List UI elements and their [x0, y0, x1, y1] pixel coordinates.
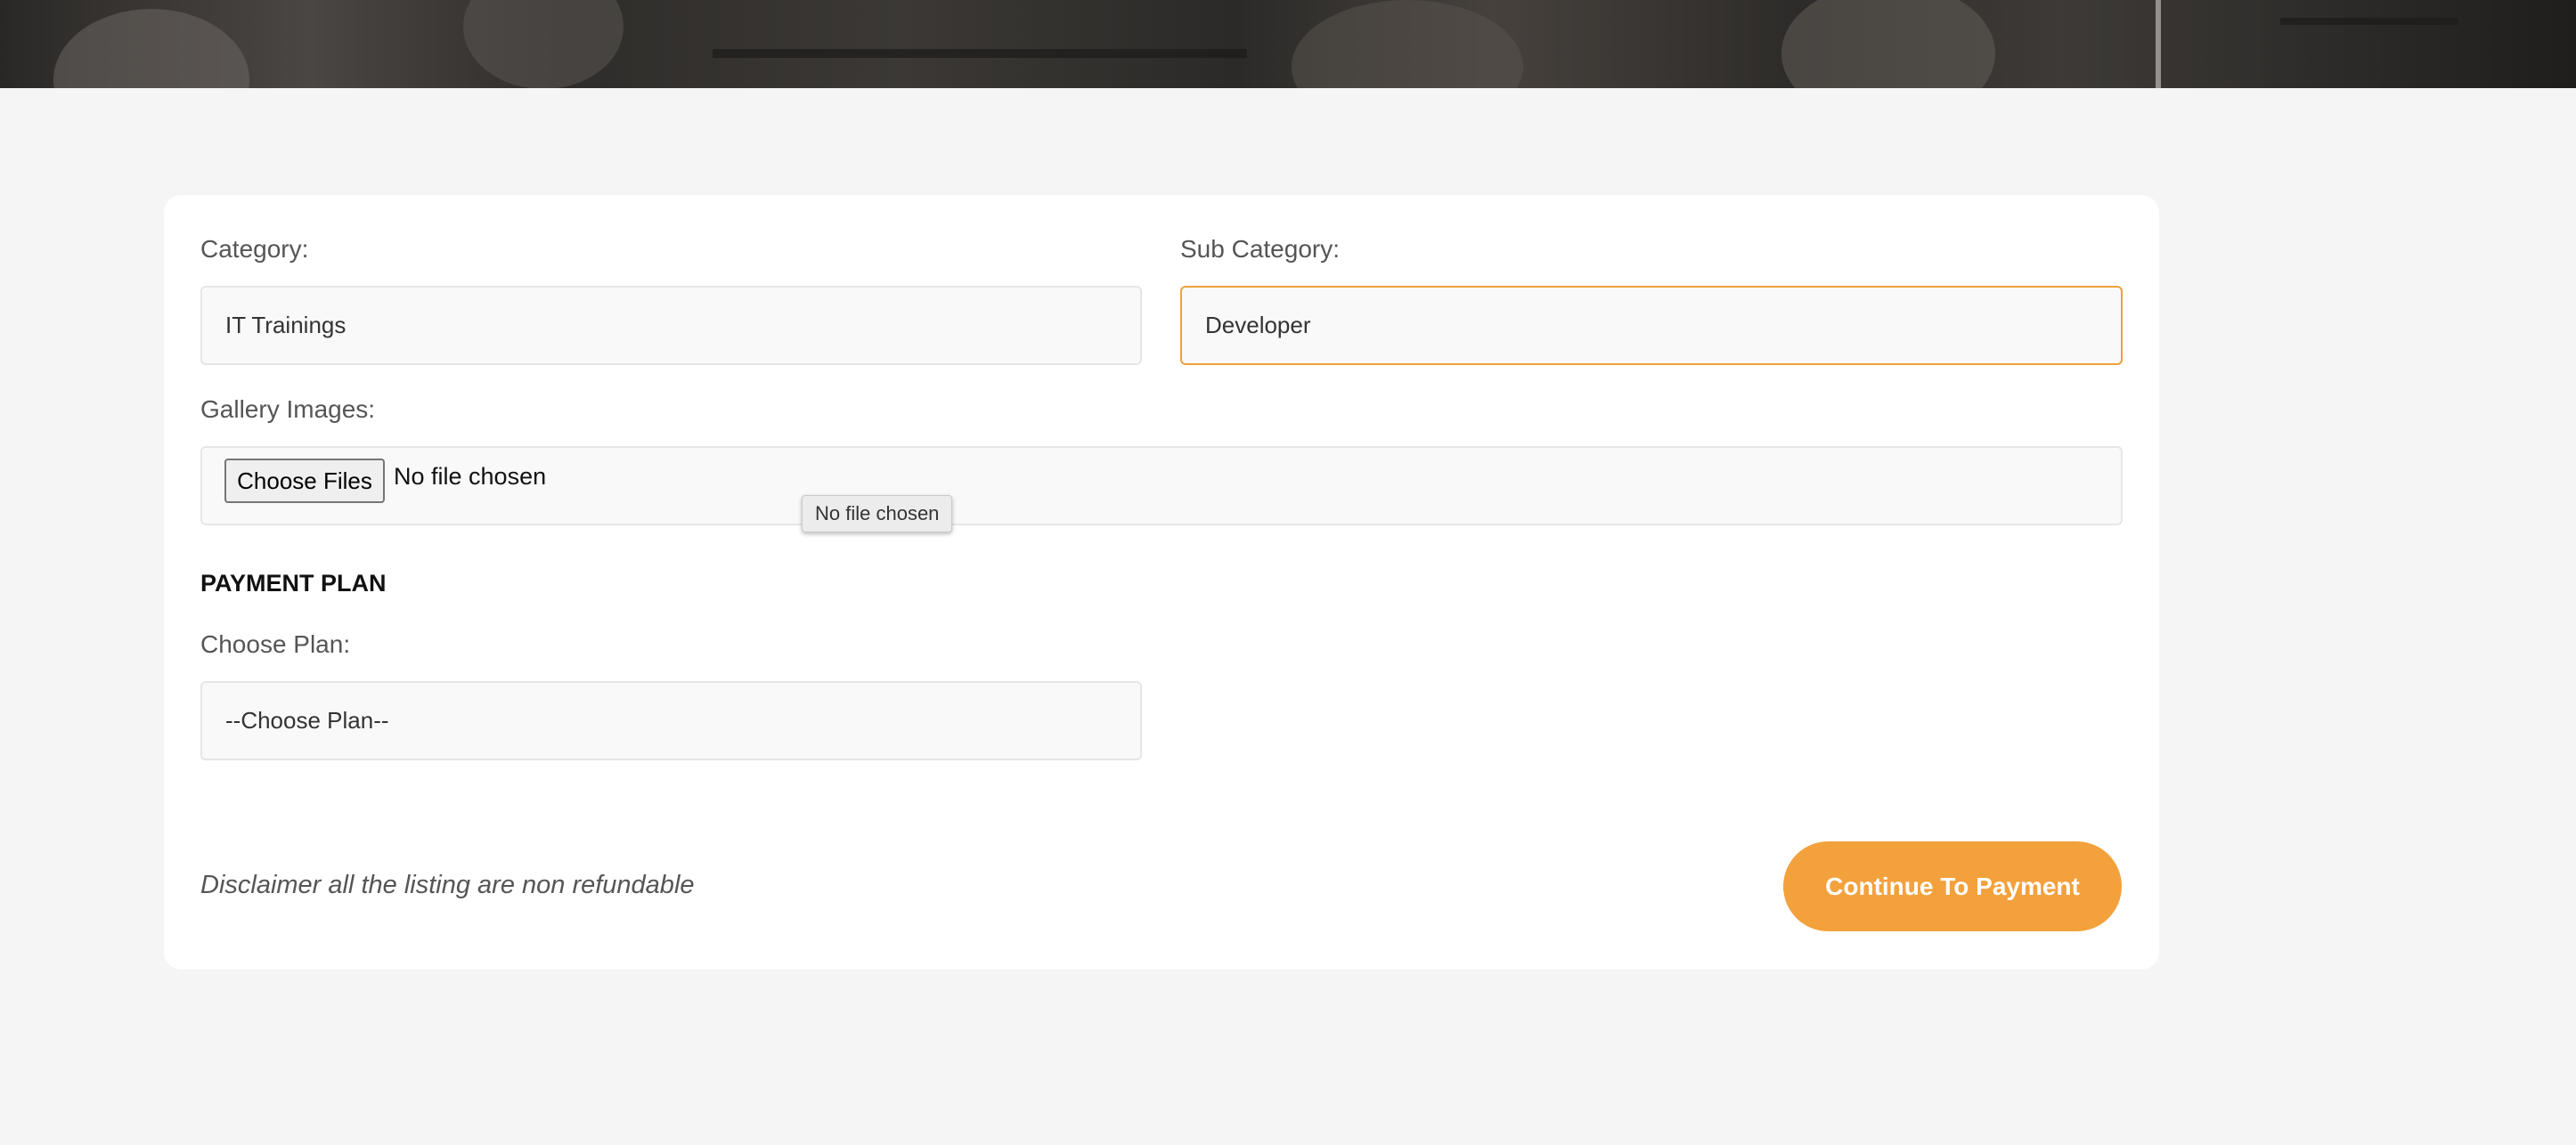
- hero-banner-image: [0, 0, 2576, 88]
- category-select[interactable]: IT Trainings: [200, 286, 1142, 365]
- subcategory-select[interactable]: Developer: [1180, 286, 2123, 365]
- category-label: Category:: [200, 235, 309, 263]
- disclaimer-text: Disclaimer all the listing are non refun…: [200, 871, 695, 899]
- choose-files-button[interactable]: Choose Files: [224, 459, 385, 503]
- continue-to-payment-button[interactable]: Continue To Payment: [1783, 841, 2122, 931]
- file-input-tooltip: No file chosen: [802, 495, 953, 532]
- payment-plan-heading: PAYMENT PLAN: [200, 570, 387, 597]
- subcategory-label: Sub Category:: [1180, 235, 1340, 263]
- gallery-images-label: Gallery Images:: [200, 395, 376, 423]
- plan-select[interactable]: --Choose Plan--: [200, 681, 1142, 760]
- file-status-text: No file chosen: [394, 463, 547, 490]
- choose-plan-label: Choose Plan:: [200, 630, 351, 658]
